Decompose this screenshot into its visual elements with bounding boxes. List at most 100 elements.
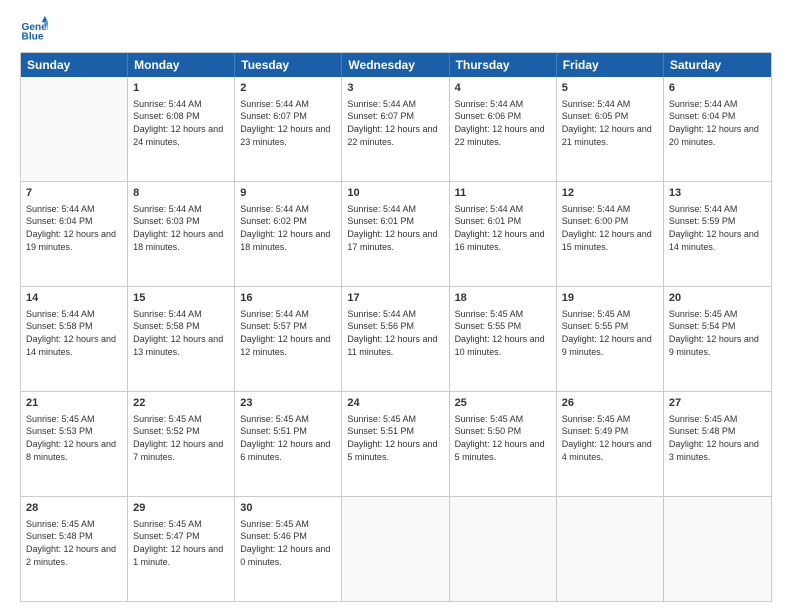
day-number: 8 (133, 186, 229, 201)
day-info: Sunrise: 5:45 AMSunset: 5:50 PMDaylight:… (455, 413, 551, 463)
calendar-cell: 24Sunrise: 5:45 AMSunset: 5:51 PMDayligh… (342, 392, 449, 496)
header-day-tuesday: Tuesday (235, 53, 342, 77)
logo-icon: General Blue (20, 16, 48, 44)
day-number: 26 (562, 396, 658, 411)
calendar-cell: 13 Sunrise: 5:44 AMSunset: 5:59 PMDayligh… (664, 182, 771, 286)
day-number: 19 (562, 291, 658, 306)
day-number: 20 (669, 291, 766, 306)
day-number: 12 (562, 186, 658, 201)
day-info: Sunrise: 5:44 AMSunset: 6:03 PMDaylight:… (133, 203, 229, 253)
calendar-cell: 4 Sunrise: 5:44 AMSunset: 6:06 PMDaylight… (450, 77, 557, 181)
calendar-body: 1 Sunrise: 5:44 AMSunset: 6:08 PMDaylight… (21, 77, 771, 601)
calendar-cell (21, 77, 128, 181)
day-number: 7 (26, 186, 122, 201)
calendar-cell: 9 Sunrise: 5:44 AMSunset: 6:02 PMDaylight… (235, 182, 342, 286)
day-info: Sunrise: 5:44 AMSunset: 6:01 PMDaylight:… (347, 203, 443, 253)
calendar-header: SundayMondayTuesdayWednesdayThursdayFrid… (21, 53, 771, 77)
day-number: 23 (240, 396, 336, 411)
day-number: 11 (455, 186, 551, 201)
day-info: Sunrise: 5:44 AMSunset: 6:00 PMDaylight:… (562, 203, 658, 253)
calendar-cell: 18 Sunrise: 5:45 AMSunset: 5:55 PMDayligh… (450, 287, 557, 391)
day-info: Sunrise: 5:44 AMSunset: 6:04 PMDaylight:… (26, 203, 122, 253)
calendar-cell: 20 Sunrise: 5:45 AMSunset: 5:54 PMDayligh… (664, 287, 771, 391)
day-info: Sunrise: 5:45 AMSunset: 5:54 PMDaylight:… (669, 308, 766, 358)
day-info: Sunrise: 5:44 AMSunset: 6:07 PMDaylight:… (347, 98, 443, 148)
day-info: Sunrise: 5:45 AMSunset: 5:51 PMDaylight:… (240, 413, 336, 463)
calendar-cell: 10 Sunrise: 5:44 AMSunset: 6:01 PMDayligh… (342, 182, 449, 286)
day-number: 28 (26, 501, 122, 516)
day-info: Sunrise: 5:44 AMSunset: 5:58 PMDaylight:… (133, 308, 229, 358)
day-info: Sunrise: 5:45 AMSunset: 5:48 PMDaylight:… (26, 518, 122, 568)
day-number: 21 (26, 396, 122, 411)
calendar-cell: 17 Sunrise: 5:44 AMSunset: 5:56 PMDayligh… (342, 287, 449, 391)
calendar-row-4: 28 Sunrise: 5:45 AMSunset: 5:48 PMDayligh… (21, 496, 771, 601)
day-info: Sunrise: 5:45 AMSunset: 5:55 PMDaylight:… (562, 308, 658, 358)
calendar-row-3: 21 Sunrise: 5:45 AMSunset: 5:53 PMDayligh… (21, 391, 771, 496)
calendar-row-0: 1 Sunrise: 5:44 AMSunset: 6:08 PMDaylight… (21, 77, 771, 181)
day-number: 22 (133, 396, 229, 411)
calendar-cell: 23 Sunrise: 5:45 AMSunset: 5:51 PMDayligh… (235, 392, 342, 496)
day-number: 15 (133, 291, 229, 306)
calendar-cell: 16 Sunrise: 5:44 AMSunset: 5:57 PMDayligh… (235, 287, 342, 391)
day-info: Sunrise: 5:45 AMSunset: 5:55 PMDaylight:… (455, 308, 551, 358)
calendar-cell: 15 Sunrise: 5:44 AMSunset: 5:58 PMDayligh… (128, 287, 235, 391)
day-number: 29 (133, 501, 229, 516)
calendar-cell: 27 Sunrise: 5:45 AMSunset: 5:48 PMDayligh… (664, 392, 771, 496)
header-day-sunday: Sunday (21, 53, 128, 77)
calendar-cell: 11 Sunrise: 5:44 AMSunset: 6:01 PMDayligh… (450, 182, 557, 286)
calendar-cell: 5 Sunrise: 5:44 AMSunset: 6:05 PMDaylight… (557, 77, 664, 181)
day-info: Sunrise: 5:44 AMSunset: 5:56 PMDaylight:… (347, 308, 443, 358)
day-number: 9 (240, 186, 336, 201)
calendar-cell: 28 Sunrise: 5:45 AMSunset: 5:48 PMDayligh… (21, 497, 128, 601)
day-info: Sunrise: 5:44 AMSunset: 6:02 PMDaylight:… (240, 203, 336, 253)
day-info: Sunrise: 5:44 AMSunset: 6:05 PMDaylight:… (562, 98, 658, 148)
day-number: 3 (347, 81, 443, 96)
day-info: Sunrise: 5:44 AMSunset: 5:59 PMDaylight:… (669, 203, 766, 253)
header-day-monday: Monday (128, 53, 235, 77)
day-number: 13 (669, 186, 766, 201)
day-number: 14 (26, 291, 122, 306)
day-number: 17 (347, 291, 443, 306)
header-day-wednesday: Wednesday (342, 53, 449, 77)
calendar-cell (664, 497, 771, 601)
day-info: Sunrise: 5:45 AMSunset: 5:53 PMDaylight:… (26, 413, 122, 463)
day-number: 24 (347, 396, 443, 411)
day-number: 16 (240, 291, 336, 306)
calendar-cell (557, 497, 664, 601)
calendar-cell: 2Sunrise: 5:44 AMSunset: 6:07 PMDaylight… (235, 77, 342, 181)
day-info: Sunrise: 5:45 AMSunset: 5:48 PMDaylight:… (669, 413, 766, 463)
calendar-cell: 29 Sunrise: 5:45 AMSunset: 5:47 PMDayligh… (128, 497, 235, 601)
day-number: 4 (455, 81, 551, 96)
day-info: Sunrise: 5:44 AMSunset: 6:01 PMDaylight:… (455, 203, 551, 253)
calendar-cell: 19 Sunrise: 5:45 AMSunset: 5:55 PMDayligh… (557, 287, 664, 391)
day-info: Sunrise: 5:44 AMSunset: 5:57 PMDaylight:… (240, 308, 336, 358)
day-info: Sunrise: 5:44 AMSunset: 6:08 PMDaylight:… (133, 98, 229, 148)
calendar-cell: 25 Sunrise: 5:45 AMSunset: 5:50 PMDayligh… (450, 392, 557, 496)
day-number: 2 (240, 81, 336, 96)
day-number: 1 (133, 81, 229, 96)
svg-text:Blue: Blue (22, 31, 44, 42)
day-number: 5 (562, 81, 658, 96)
calendar: SundayMondayTuesdayWednesdayThursdayFrid… (20, 52, 772, 602)
calendar-cell (342, 497, 449, 601)
calendar-cell: 22 Sunrise: 5:45 AMSunset: 5:52 PMDayligh… (128, 392, 235, 496)
logo: General Blue (20, 16, 52, 44)
calendar-cell: 8 Sunrise: 5:44 AMSunset: 6:03 PMDaylight… (128, 182, 235, 286)
calendar-cell: 12 Sunrise: 5:44 AMSunset: 6:00 PMDayligh… (557, 182, 664, 286)
header-day-thursday: Thursday (450, 53, 557, 77)
day-number: 30 (240, 501, 336, 516)
calendar-row-1: 7 Sunrise: 5:44 AMSunset: 6:04 PMDaylight… (21, 181, 771, 286)
day-number: 10 (347, 186, 443, 201)
day-number: 6 (669, 81, 766, 96)
day-number: 27 (669, 396, 766, 411)
calendar-cell: 6Sunrise: 5:44 AMSunset: 6:04 PMDaylight… (664, 77, 771, 181)
day-info: Sunrise: 5:45 AMSunset: 5:52 PMDaylight:… (133, 413, 229, 463)
day-number: 25 (455, 396, 551, 411)
day-info: Sunrise: 5:44 AMSunset: 6:06 PMDaylight:… (455, 98, 551, 148)
calendar-cell: 14Sunrise: 5:44 AMSunset: 5:58 PMDayligh… (21, 287, 128, 391)
day-number: 18 (455, 291, 551, 306)
calendar-cell: 21 Sunrise: 5:45 AMSunset: 5:53 PMDayligh… (21, 392, 128, 496)
calendar-cell (450, 497, 557, 601)
header-day-friday: Friday (557, 53, 664, 77)
day-info: Sunrise: 5:45 AMSunset: 5:47 PMDaylight:… (133, 518, 229, 568)
